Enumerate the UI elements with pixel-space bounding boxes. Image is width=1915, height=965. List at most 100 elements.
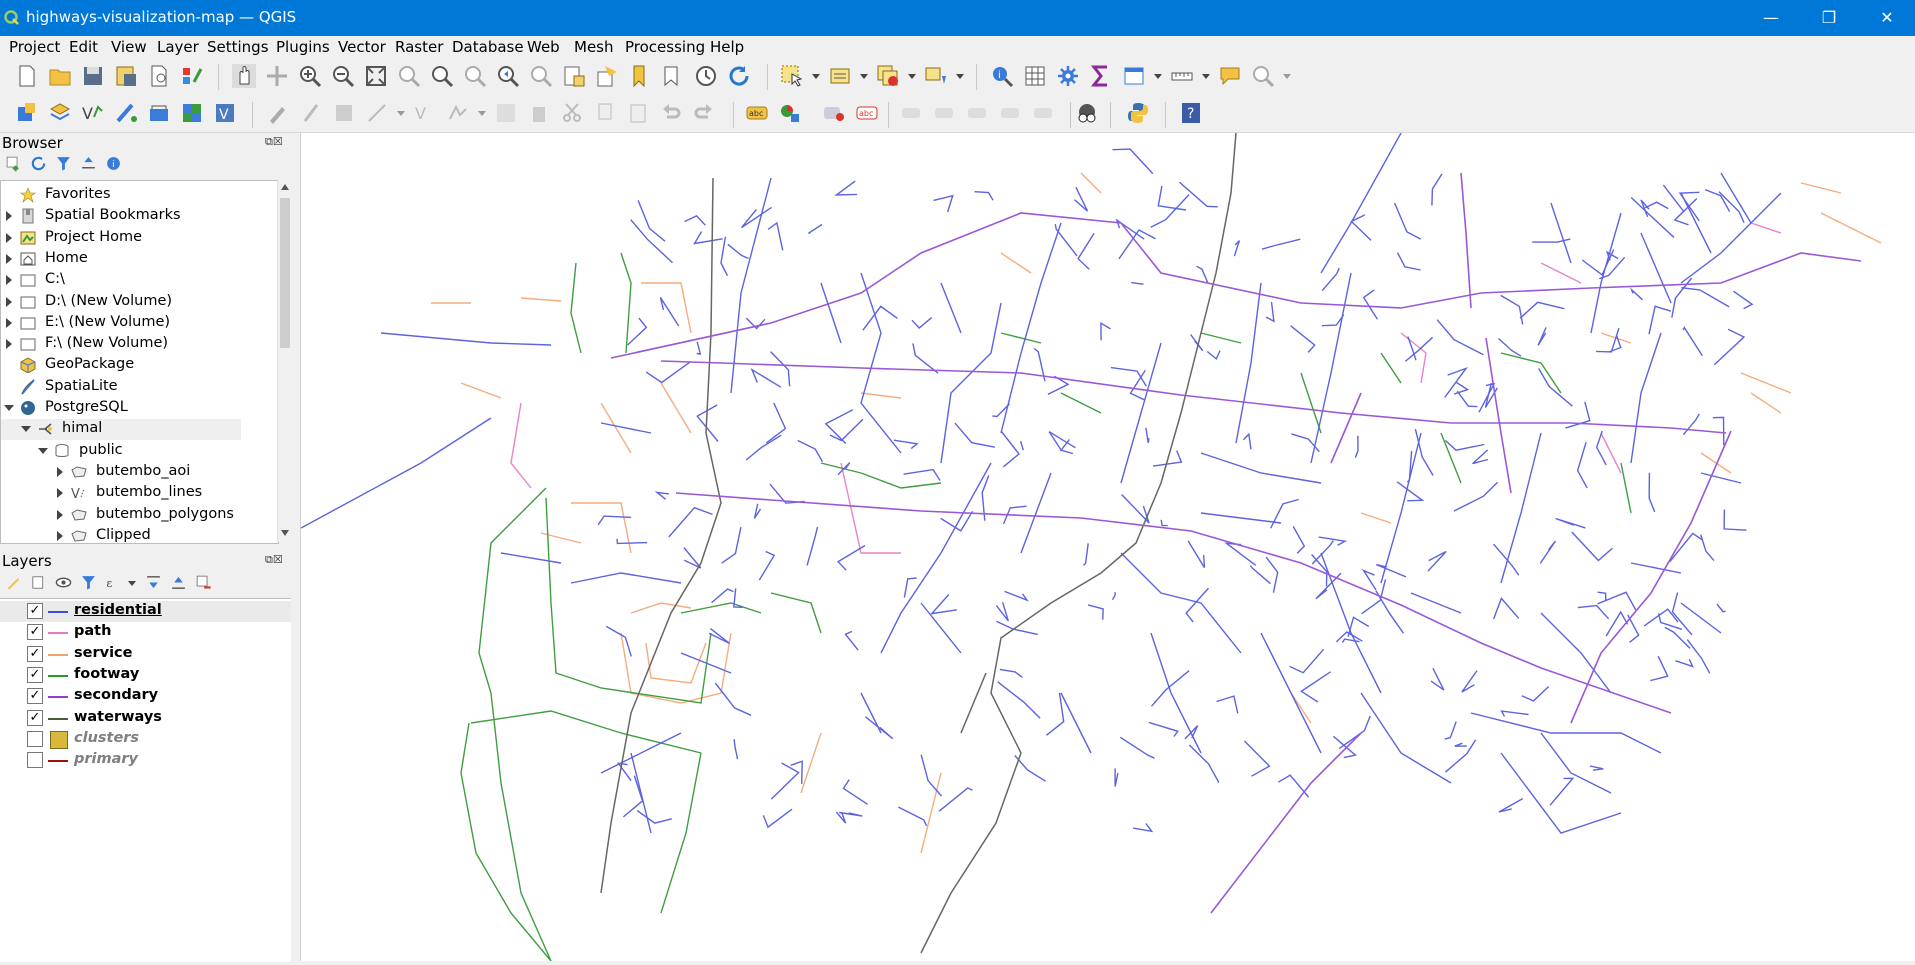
save-edits-icon[interactable] [332,101,356,125]
spatial-bookmark-icon[interactable] [628,64,652,88]
layer-row[interactable]: primary [0,750,291,771]
refresh-browser-icon[interactable] [30,155,47,172]
menu-database[interactable]: Database [452,38,524,56]
move-label-icon[interactable] [900,101,924,125]
add-delimited-text-icon[interactable] [114,101,138,125]
locator-search-icon[interactable] [1251,64,1275,88]
show-hide-label-icon[interactable] [999,101,1023,125]
menu-layer[interactable]: Layer [157,38,199,56]
browser-tree[interactable]: Favorites Spatial Bookmarks Project Home Ho… [0,180,279,544]
manage-themes-icon[interactable] [55,574,72,591]
expand-arrow-icon[interactable] [57,530,63,541]
expand-arrow-icon[interactable] [57,509,63,520]
save-project-icon[interactable] [81,64,105,88]
change-label-icon[interactable] [966,101,990,125]
highlight-pinned-labels-icon[interactable] [822,101,846,125]
layer-row[interactable]: ✓ service [0,644,291,665]
print-layout-icon[interactable] [147,64,171,88]
open-layer-styling-icon[interactable] [5,574,22,591]
expand-arrow-icon[interactable] [6,232,12,243]
filter-by-expression-icon[interactable]: ε [105,574,122,591]
expand-arrow-icon[interactable] [6,211,12,222]
expand-arrow-icon[interactable] [57,466,63,477]
add-database-icon[interactable] [147,101,171,125]
zoom-to-selection-icon[interactable] [397,64,421,88]
python-console-icon[interactable] [1126,101,1150,125]
layer-row[interactable]: ✓ residential [0,601,291,622]
filter-legend-icon[interactable] [80,574,97,591]
style-manager-icon[interactable] [180,64,204,88]
menu-mesh[interactable]: Mesh [574,38,614,56]
add-raster-layer-icon[interactable] [180,101,204,125]
layer-visibility-checkbox[interactable]: ✓ [27,666,43,683]
collapse-all-layers-icon[interactable] [170,574,187,591]
browser-item[interactable]: E:\ (New Volume) [1,313,241,334]
layer-visibility-checkbox[interactable]: ✓ [27,688,43,705]
browser-item[interactable]: GeoPackage [1,355,241,376]
vertex-tool-icon[interactable]: V [413,101,437,125]
filter-browser-icon[interactable] [55,155,72,172]
delete-selected-icon[interactable] [527,101,551,125]
expand-arrow-icon[interactable] [6,253,12,264]
add-layer-icon[interactable] [48,101,72,125]
zoom-out-icon[interactable] [331,64,355,88]
menu-settings[interactable]: Settings [207,38,269,56]
layer-row[interactable]: ✓ path [0,622,291,643]
menu-view[interactable]: View [111,38,147,56]
browser-item[interactable]: Spatial Bookmarks [1,206,241,227]
zoom-native-icon[interactable] [463,64,487,88]
browser-float-close-buttons[interactable]: ⧉☒ [265,135,283,149]
digitize-line-icon[interactable] [365,101,389,125]
zoom-next-icon[interactable] [529,64,553,88]
browser-item[interactable]: Favorites [1,185,241,206]
browser-item[interactable]: himal [1,419,241,441]
browser-item[interactable]: Project Home [1,228,241,249]
add-selected-layers-icon[interactable] [5,155,22,172]
browser-item[interactable]: C:\ [1,270,241,291]
cut-features-icon[interactable] [560,101,584,125]
menu-vector[interactable]: Vector [338,38,386,56]
layer-row[interactable]: ✓ waterways [0,708,291,729]
collapse-arrow-icon[interactable] [21,426,31,433]
menu-help[interactable]: Help [710,38,744,56]
zoom-in-icon[interactable] [298,64,322,88]
browser-item[interactable]: SpatiaLite [1,377,241,398]
layer-visibility-checkbox[interactable] [27,752,43,769]
help-contents-icon[interactable]: ? [1179,101,1203,125]
expand-arrow-icon[interactable] [6,296,12,307]
menu-edit[interactable]: Edit [69,38,98,56]
restore-button[interactable]: ❐ [1801,0,1857,36]
browser-item[interactable]: F:\ (New Volume) [1,334,241,355]
open-project-icon[interactable] [48,64,72,88]
panel-splitter[interactable] [291,133,300,961]
browser-item[interactable]: Clipped [1,526,241,543]
map-tips-icon[interactable] [1218,64,1242,88]
temporal-controller-icon[interactable] [694,64,718,88]
browser-scrollbar[interactable] [277,180,292,542]
layer-row[interactable]: clusters [0,729,291,750]
toggle-editing-icon[interactable] [299,101,323,125]
browser-item[interactable]: D:\ (New Volume) [1,292,241,313]
browser-item[interactable]: Vbutembo_lines [1,483,241,504]
menu-web[interactable]: Web [527,38,560,56]
layers-tree[interactable]: ✓ residential ✓ path ✓ service ✓ footway ✓ second… [0,598,291,962]
menu-processing[interactable]: Processing [625,38,705,56]
layer-visibility-checkbox[interactable]: ✓ [27,603,43,619]
layer-diagram-icon[interactable] [778,101,802,125]
label-properties-icon[interactable] [1032,101,1056,125]
modify-attributes-icon[interactable] [446,101,470,125]
pan-map-icon[interactable] [232,64,256,88]
browser-item[interactable]: butembo_polygons [1,505,241,526]
globe-plugin-icon[interactable] [1075,101,1099,125]
close-button[interactable]: ✕ [1859,0,1915,36]
select-features-icon[interactable] [780,64,804,88]
rotate-label-icon[interactable] [933,101,957,125]
browser-item[interactable]: public [1,441,241,462]
layer-row[interactable]: ✓ secondary [0,686,291,707]
layer-visibility-checkbox[interactable]: ✓ [27,624,43,641]
open-table-icon[interactable] [1122,64,1146,88]
data-source-manager-icon[interactable] [15,101,39,125]
menu-raster[interactable]: Raster [395,38,443,56]
copy-features-icon[interactable] [593,101,617,125]
deselect-features-icon[interactable] [876,64,900,88]
